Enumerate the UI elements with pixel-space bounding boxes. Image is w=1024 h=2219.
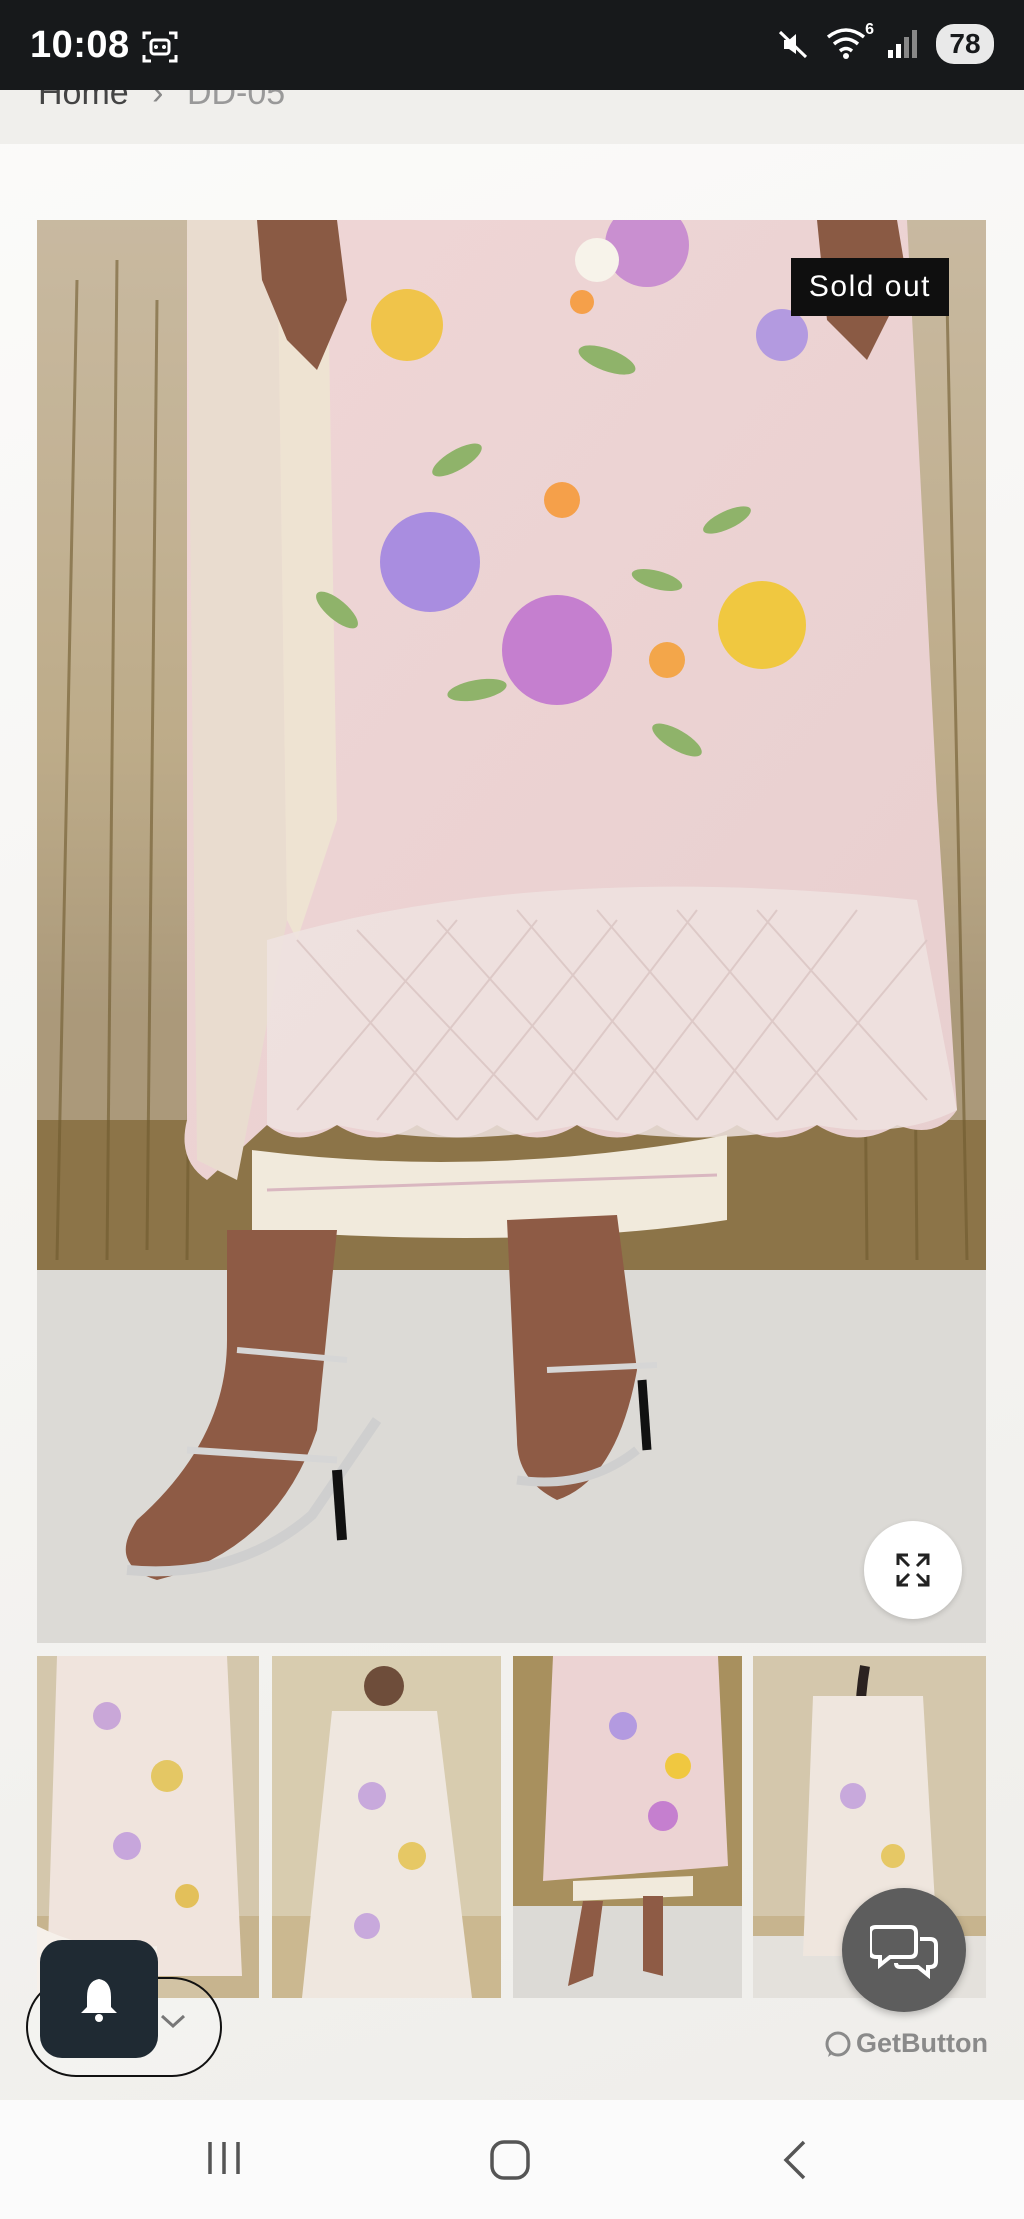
product-page: Home › DD-05 Sold out: [0, 90, 1024, 2100]
getbutton-logo-icon: [825, 2031, 851, 2057]
battery-indicator: 78: [936, 24, 994, 64]
wifi-badge: 6: [865, 21, 874, 38]
recent-apps-button[interactable]: [204, 2138, 244, 2183]
android-nav-bar: [0, 2100, 1024, 2219]
screenshot-icon: [142, 31, 178, 63]
thumbnail-full-look[interactable]: [272, 1656, 501, 1998]
sold-out-badge: Sold out: [790, 258, 949, 316]
breadcrumb-bar: Home › DD-05: [0, 90, 1024, 144]
product-photo: [37, 220, 986, 1643]
signal-icon: [888, 30, 917, 58]
status-time: 10:08: [30, 24, 130, 66]
recent-apps-icon: [208, 2142, 240, 2174]
breadcrumb-home[interactable]: Home: [38, 90, 129, 112]
thumbnail-detail-view[interactable]: [513, 1656, 742, 1998]
bell-icon: [81, 1979, 117, 2022]
getbutton-branding[interactable]: GetButton: [824, 2028, 988, 2059]
chat-icon: [870, 1925, 938, 1979]
getbutton-label: GetButton: [856, 2028, 988, 2058]
status-bar: 10:08 6 78: [0, 0, 1024, 90]
mute-icon: [778, 30, 808, 59]
product-main-image[interactable]: Sold out: [37, 220, 986, 1643]
home-icon: [490, 2140, 530, 2180]
chat-button[interactable]: [842, 1888, 966, 2012]
chevron-down-icon: [160, 2014, 186, 2029]
back-button[interactable]: [780, 2138, 810, 2187]
breadcrumb-separator: ›: [152, 90, 164, 112]
back-icon: [783, 2140, 806, 2180]
zoom-button[interactable]: [864, 1521, 962, 1619]
expand-icon: [896, 1553, 930, 1587]
breadcrumb: Home › DD-05: [38, 90, 285, 113]
wifi-icon: 6: [826, 21, 874, 61]
notification-bell-button[interactable]: [40, 1940, 158, 2058]
home-button[interactable]: [488, 2138, 532, 2187]
breadcrumb-current: DD-05: [186, 90, 286, 112]
